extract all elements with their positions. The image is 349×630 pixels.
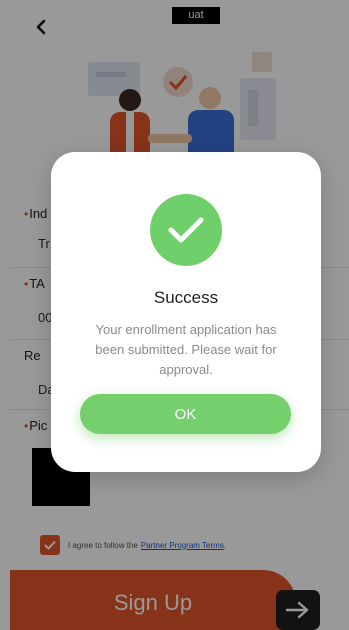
success-check-circle — [150, 194, 222, 266]
dialog-title: Success — [153, 288, 219, 307]
dialog-message: Your enrollment application has been sub… — [95, 322, 277, 377]
success-dialog: Success Your enrollment application has … — [51, 152, 321, 472]
checkmark-icon — [168, 217, 204, 243]
ok-button[interactable]: OK — [80, 394, 291, 434]
